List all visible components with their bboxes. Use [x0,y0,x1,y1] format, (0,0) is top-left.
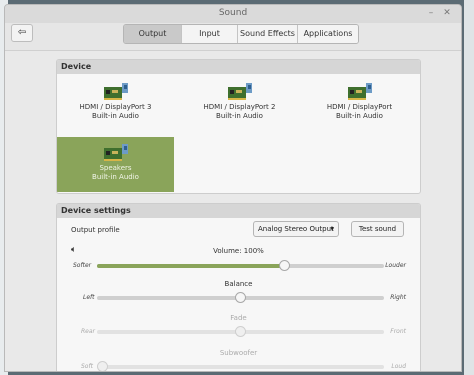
tab-applications[interactable]: Applications [298,25,358,43]
subwoofer-max-label: Loud [391,363,406,370]
device-subtitle: Built-in Audio [92,173,139,181]
audio-card-icon [346,81,374,101]
back-arrow-icon: ⇦ [17,27,27,38]
device-settings-section: Device settings Output profile Analog St… [56,203,421,371]
volume-label: Volume: 100% [213,247,264,255]
audio-card-icon [102,142,130,162]
device-name: Speakers [99,164,132,172]
device-section-title: Device [57,60,420,74]
device-section: Device HDMI / DisplayPort 3 Built-in Aud… [56,59,421,194]
fade-min-label: Rear [81,328,96,335]
device-name: HDMI / DisplayPort 3 [79,103,152,111]
device-speakers[interactable]: Speakers Built-in Audio [57,137,174,192]
volume-slider[interactable] [97,260,384,271]
fade-max-label: Front [390,328,406,335]
device-subtitle: Built-in Audio [92,112,139,120]
fade-label: Fade [230,314,247,322]
titlebar: Sound – ✕ [5,5,461,23]
back-button[interactable]: ⇦ [11,24,33,42]
toolbar: ⇦ Output Input Sound Effects Application… [5,23,461,51]
device-settings-title: Device settings [57,204,420,218]
device-name: HDMI / DisplayPort 2 [203,103,276,111]
tab-input[interactable]: Input [182,25,238,43]
close-button[interactable]: ✕ [441,7,453,19]
subwoofer-slider-handle [97,361,108,371]
device-subtitle: Built-in Audio [336,112,383,120]
device-hdmi-1[interactable]: HDMI / DisplayPort Built-in Audio [301,76,418,131]
volume-slider-fill [97,264,287,268]
audio-card-icon [102,81,130,101]
device-hdmi-3[interactable]: HDMI / DisplayPort 3 Built-in Audio [57,76,174,131]
balance-label: Balance [224,280,253,288]
sound-window: Sound – ✕ ⇦ Output Input Sound Effects A… [4,4,462,372]
balance-slider-handle[interactable] [235,292,246,303]
balance-max-label: Right [390,294,406,301]
balance-slider[interactable] [97,292,384,303]
output-profile-dropdown[interactable]: Analog Stereo Output ▾ [253,221,339,237]
fade-slider-handle [235,326,246,337]
volume-slider-handle[interactable] [279,260,291,271]
test-sound-button[interactable]: Test sound [351,221,404,237]
balance-min-label: Left [83,294,95,301]
fade-slider [97,326,384,337]
background-right [464,0,474,375]
chevron-down-icon: ▾ [330,225,334,233]
subwoofer-slider [97,361,384,371]
tab-output[interactable]: Output [124,25,182,43]
volume-min-label: Softer [73,262,92,269]
volume-max-label: Louder [385,262,406,269]
minimize-button[interactable]: – [425,7,437,19]
subwoofer-min-label: Soft [81,363,93,370]
view-tabs: Output Input Sound Effects Applications [123,24,359,44]
device-name: HDMI / DisplayPort [326,103,393,111]
tab-sound-effects[interactable]: Sound Effects [238,25,298,43]
audio-card-icon [226,81,254,101]
window-title: Sound [218,8,248,18]
output-profile-value: Analog Stereo Output [258,225,334,233]
device-subtitle: Built-in Audio [216,112,263,120]
subwoofer-label: Subwoofer [219,349,258,357]
device-hdmi-2[interactable]: HDMI / DisplayPort 2 Built-in Audio [181,76,298,131]
